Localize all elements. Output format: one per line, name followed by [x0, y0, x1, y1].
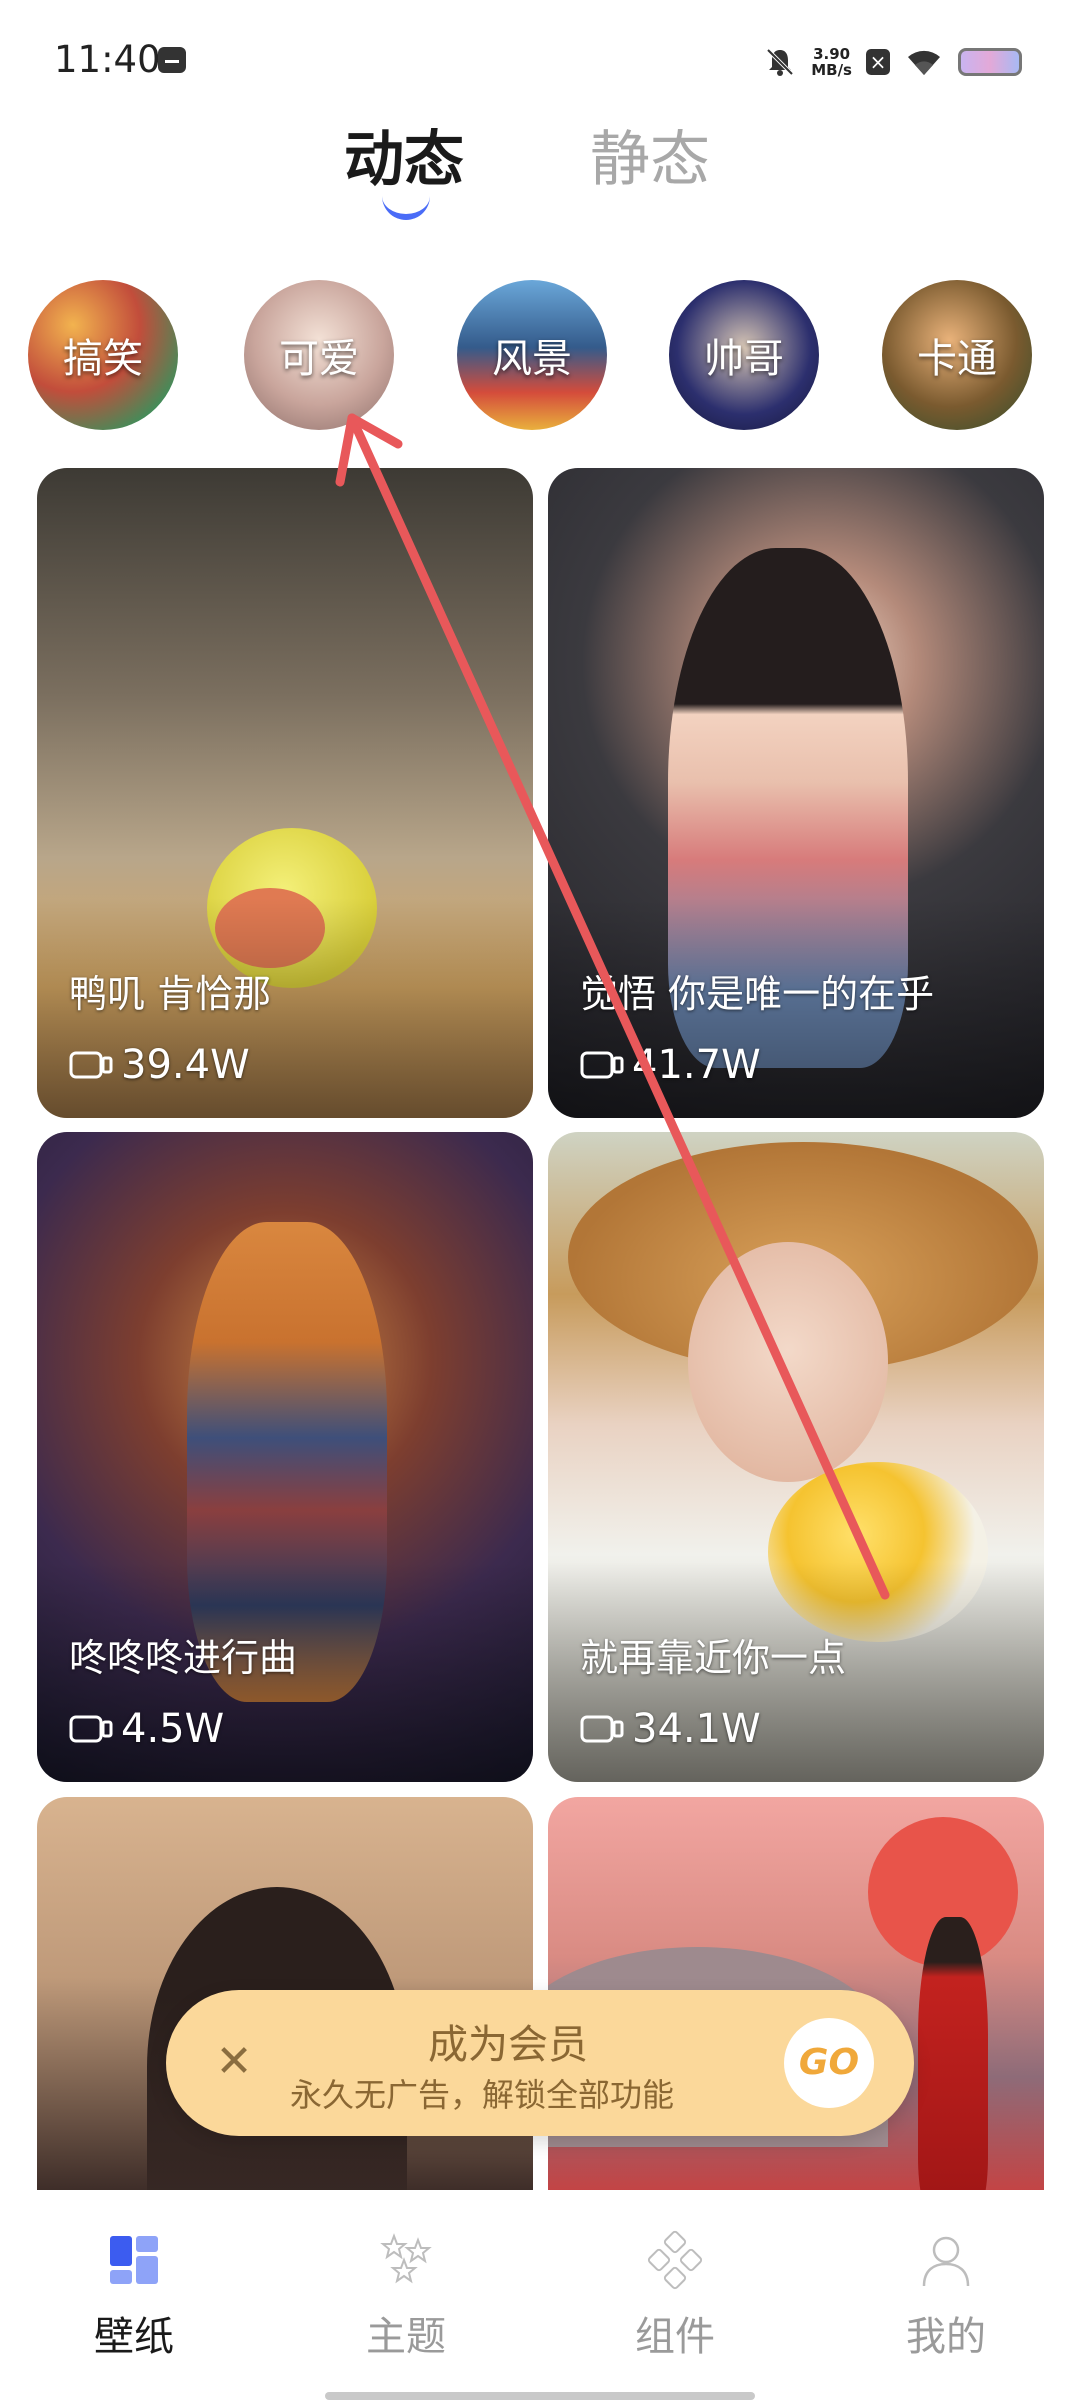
card-views: 41.7W	[580, 1042, 761, 1088]
wallpaper-app-screen: 11:40 3.90 MB/s × 动态 静态 搞笑 可爱 风景 帅哥 卡通 鸭…	[0, 0, 1080, 2408]
category-label: 搞笑	[63, 336, 143, 382]
vip-title: 成为会员	[428, 2022, 588, 2068]
widget-icon	[647, 2230, 703, 2290]
vip-membership-banner[interactable]: ✕ 成为会员 永久无广告，解锁全部功能 GO	[166, 1990, 914, 2136]
category-cartoon[interactable]: 卡通	[882, 280, 1032, 430]
vip-subtitle: 永久无广告，解锁全部功能	[290, 2076, 675, 2114]
category-label: 帅哥	[704, 336, 784, 382]
girl-face	[688, 1242, 888, 1482]
tab-dynamic[interactable]: 动态	[344, 120, 464, 200]
nav-label: 我的	[906, 2314, 986, 2360]
video-icon	[69, 1051, 113, 1079]
active-tab-indicator	[382, 192, 430, 220]
category-label: 卡通	[917, 336, 997, 382]
bottom-nav: 壁纸 主题 组件 我的	[0, 2190, 1080, 2408]
network-speed-unit: MB/s	[811, 61, 852, 79]
card-view-count: 41.7W	[632, 1042, 761, 1088]
nav-item-profile[interactable]: 我的	[846, 2230, 1046, 2362]
card-title: 咚咚咚进行曲	[69, 1636, 298, 1680]
network-speed-value: 3.90	[813, 45, 851, 63]
card-views: 34.1W	[580, 1706, 761, 1752]
card-views: 4.5W	[69, 1706, 224, 1752]
wifi-icon	[908, 50, 940, 75]
stars-icon	[380, 2233, 432, 2284]
card-view-count: 4.5W	[121, 1706, 225, 1752]
person-icon	[922, 2236, 970, 2287]
app-notification-icon: ×	[866, 49, 890, 75]
nav-label: 组件	[635, 2314, 715, 2360]
category-scenery[interactable]: 风景	[457, 280, 607, 430]
nav-label: 壁纸	[94, 2314, 174, 2360]
category-cute[interactable]: 可爱	[244, 280, 394, 430]
status-icons: 3.90 MB/s ×	[763, 40, 1022, 84]
vip-go-button[interactable]: GO	[784, 2018, 874, 2108]
nav-label: 主题	[366, 2314, 446, 2360]
network-speed: 3.90 MB/s	[811, 46, 852, 78]
wallpaper-card[interactable]: 鸭叽 肯恰那 39.4W	[37, 468, 533, 1118]
tab-static[interactable]: 静态	[590, 120, 710, 200]
card-title: 觉悟 你是唯一的在乎	[580, 972, 935, 1016]
card-views: 39.4W	[69, 1042, 250, 1088]
nav-item-wallpaper[interactable]: 壁纸	[34, 2230, 234, 2362]
category-funny[interactable]: 搞笑	[28, 280, 178, 430]
wallpaper-card[interactable]: 就再靠近你一点 34.1W	[548, 1132, 1044, 1782]
category-handsome[interactable]: 帅哥	[669, 280, 819, 430]
mute-bell-icon	[766, 48, 794, 76]
card-view-count: 34.1W	[632, 1706, 761, 1752]
category-label: 可爱	[279, 336, 359, 382]
status-time: 11:40	[54, 38, 161, 81]
video-icon	[580, 1051, 624, 1079]
wallpaper-card[interactable]: 觉悟 你是唯一的在乎 41.7W	[548, 468, 1044, 1118]
woman-in-red	[918, 1917, 988, 2197]
card-view-count: 39.4W	[121, 1042, 250, 1088]
video-icon	[69, 1715, 113, 1743]
nav-item-theme[interactable]: 主题	[306, 2230, 506, 2362]
card-title: 鸭叽 肯恰那	[69, 972, 272, 1016]
wallpaper-grid-icon	[110, 2236, 158, 2284]
video-icon	[580, 1715, 624, 1743]
nav-item-widget[interactable]: 组件	[575, 2230, 775, 2362]
category-label: 风景	[492, 336, 572, 382]
close-icon[interactable]: ✕	[206, 2034, 262, 2090]
battery-icon	[958, 48, 1022, 76]
message-notification-icon	[158, 47, 186, 73]
wallpaper-card[interactable]: 咚咚咚进行曲 4.5W	[37, 1132, 533, 1782]
home-indicator[interactable]	[325, 2392, 755, 2400]
status-bar: 11:40 3.90 MB/s ×	[0, 0, 1080, 120]
card-title: 就再靠近你一点	[580, 1636, 847, 1680]
